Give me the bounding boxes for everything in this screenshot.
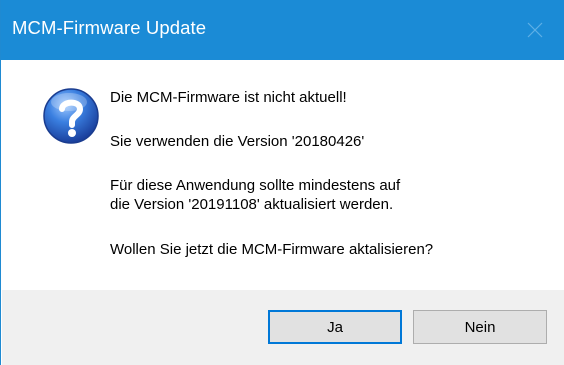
message-line-3a: Für diese Anwendung sollte mindestens au… [110, 177, 401, 194]
message-line-1: Die MCM-Firmware ist nicht aktuell! [110, 89, 347, 106]
no-button[interactable]: Nein [413, 310, 547, 344]
yes-button[interactable]: Ja [268, 310, 402, 344]
close-button[interactable] [506, 0, 564, 60]
dialog-content: Die MCM-Firmware ist nicht aktuell! Sie … [2, 60, 564, 290]
message-line-3b: die Version '20191108' aktualisiert werd… [110, 196, 394, 213]
message-line-2: Sie verwenden die Version '20180426' [110, 133, 365, 150]
title-bar[interactable]: MCM-Firmware Update [1, 0, 564, 60]
button-bar: Ja Nein [2, 290, 564, 365]
window-title: MCM-Firmware Update [12, 17, 207, 38]
dialog-window: MCM-Firmware Update Die MCM-Firmware ist… [0, 0, 564, 365]
question-mark-icon [43, 88, 99, 144]
message-line-4: Wollen Sie jetzt die MCM-Firmware aktali… [110, 241, 434, 258]
close-icon [527, 22, 543, 38]
